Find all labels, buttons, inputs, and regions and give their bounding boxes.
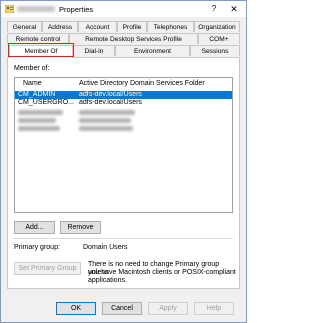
redacted-folder <box>79 110 135 115</box>
row-name: CM_USERGRO... <box>18 99 75 106</box>
tab-remote-desktop-services-profile[interactable]: Remote Desktop Services Profile <box>69 33 198 44</box>
tab-dial-in[interactable]: Dial-in <box>73 45 115 56</box>
redacted-folder <box>79 118 131 123</box>
primary-group-label: Primary group: <box>14 244 60 251</box>
table-row[interactable]: CM_USERGRO... adfs-dev.local/Users <box>15 99 232 107</box>
column-header-name[interactable]: Name <box>23 80 42 87</box>
tab-com-plus[interactable]: COM+ <box>198 33 240 44</box>
help-button[interactable]: Help <box>194 302 234 315</box>
redacted-row[interactable] <box>15 108 232 116</box>
tab-general[interactable]: General <box>7 21 42 32</box>
primary-group-note-line3: applications. <box>88 277 127 284</box>
window-title: Properties <box>59 5 94 14</box>
add-button[interactable]: Add... <box>14 221 55 234</box>
primary-group-value: Domain Users <box>83 244 128 251</box>
redacted-name <box>18 110 63 115</box>
redacted-row[interactable] <box>15 124 232 132</box>
cancel-button[interactable]: Cancel <box>102 302 142 315</box>
ok-button[interactable]: OK <box>56 302 96 315</box>
row-folder: adfs-dev.local/Users <box>79 99 142 106</box>
member-of-panel: Member of: Name Active Directory Domain … <box>7 57 240 289</box>
user-properties-icon <box>5 5 14 13</box>
redacted-username <box>17 6 55 12</box>
list-header: Name Active Directory Domain Services Fo… <box>15 78 232 89</box>
redacted-name <box>18 118 56 123</box>
remove-button[interactable]: Remove <box>60 221 101 234</box>
redacted-folder <box>79 126 133 131</box>
tab-address[interactable]: Address <box>42 21 78 32</box>
table-row[interactable]: CM_ADMIN adfs-dev.local/Users <box>15 91 232 99</box>
member-of-label: Member of: <box>14 65 50 72</box>
title-help-button[interactable]: ? <box>207 3 221 15</box>
redacted-row[interactable] <box>15 116 232 124</box>
tab-organization[interactable]: Organization <box>194 21 240 32</box>
row-name: CM_ADMIN <box>18 91 56 98</box>
tab-account[interactable]: Account <box>78 21 117 32</box>
member-of-list[interactable]: Name Active Directory Domain Services Fo… <box>14 77 233 213</box>
tab-telephones[interactable]: Telephones <box>147 21 194 32</box>
primary-group-note-line2: you have Macintosh clients or POSIX-comp… <box>88 269 236 276</box>
title-bar: Properties ? ✕ <box>1 1 246 17</box>
tab-member-of[interactable]: Member Of <box>9 45 73 58</box>
tab-sessions[interactable]: Sessions <box>190 45 240 56</box>
close-button[interactable]: ✕ <box>227 3 241 15</box>
tab-remote-control[interactable]: Remote control <box>7 33 69 44</box>
set-primary-group-button[interactable]: Set Primary Group <box>14 262 81 275</box>
row-folder: adfs-dev.local/Users <box>79 91 142 98</box>
properties-dialog: Properties ? ✕ General Address Account P… <box>0 0 247 323</box>
tab-profile[interactable]: Profile <box>117 21 147 32</box>
column-header-folder[interactable]: Active Directory Domain Services Folder <box>79 80 205 87</box>
redacted-name <box>18 126 60 131</box>
apply-button[interactable]: Apply <box>148 302 188 315</box>
divider <box>14 238 233 239</box>
tab-environment[interactable]: Environment <box>115 45 190 56</box>
